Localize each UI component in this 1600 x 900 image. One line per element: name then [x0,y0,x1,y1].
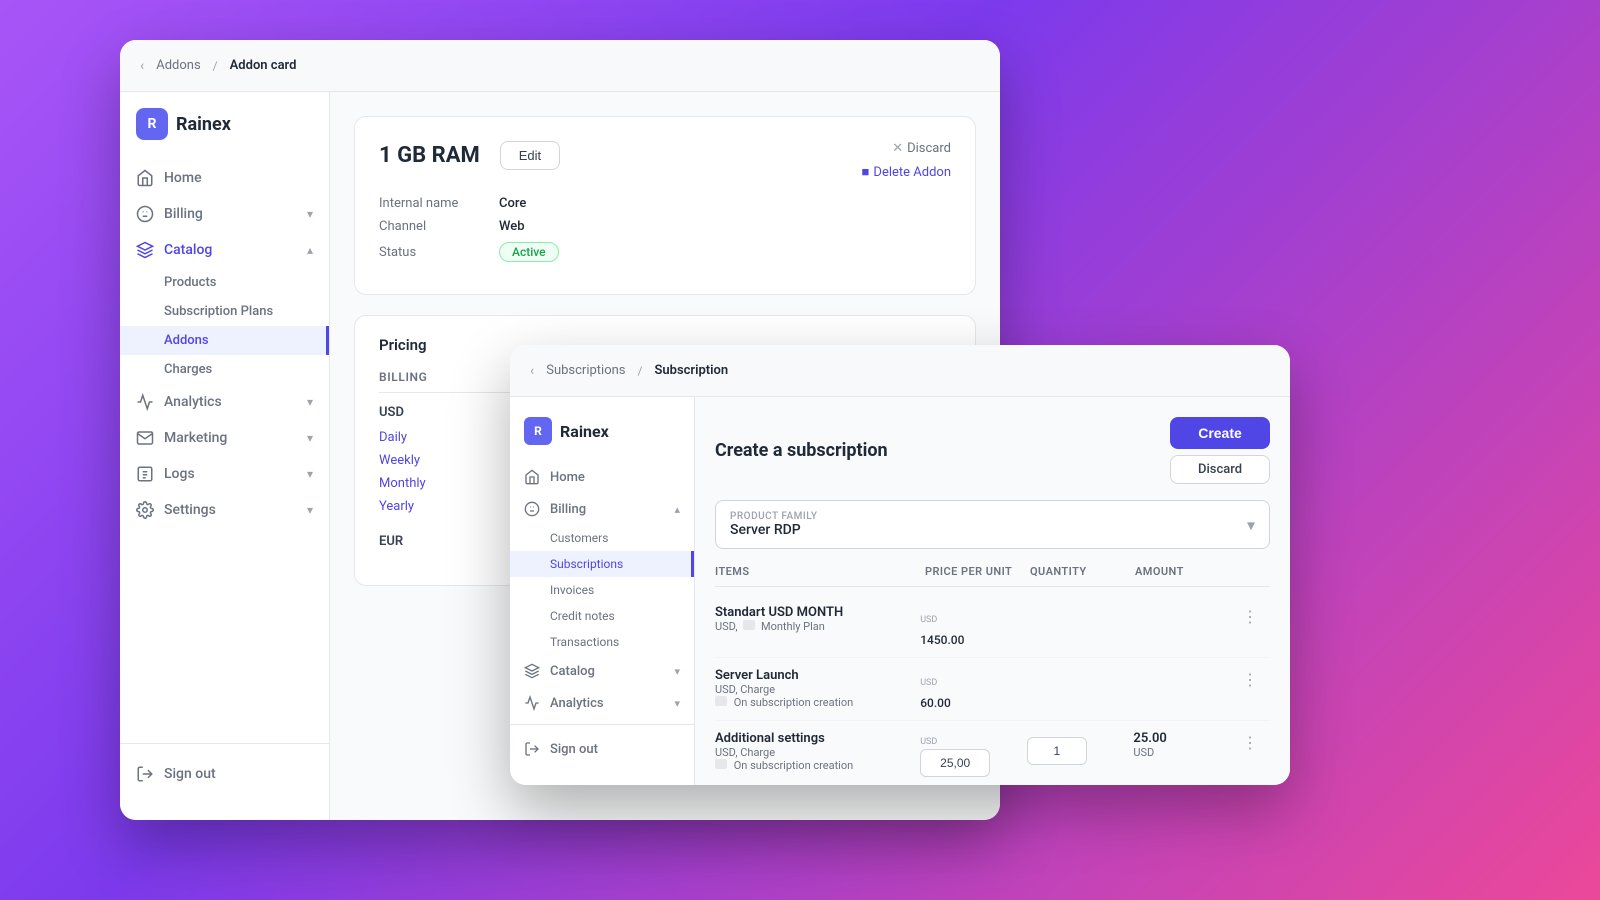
product-family-chevron: ▾ [1247,515,1255,534]
qty-input-2[interactable] [1027,737,1087,765]
table-row: Server Launch USD, Charge On subscriptio… [715,658,1270,721]
sub-breadcrumb-current: Subscription [654,363,728,378]
breadcrumb-current: Addon card [230,58,297,73]
marketing-icon [136,429,154,447]
sub-main-content: Create a subscription Create Discard Pro… [695,397,1290,785]
window-topbar-sub: ‹ Subscriptions / Subscription [510,345,1290,397]
item-name-1: Server Launch [715,668,912,683]
status-badge: Active [499,242,559,262]
sub-breadcrumb-parent: Subscriptions [546,363,625,378]
sidebar-item-home[interactable]: Home [120,160,329,196]
edit-button[interactable]: Edit [500,141,560,170]
sub-discard-button[interactable]: Discard [1170,455,1270,484]
sub-nav-credit-notes[interactable]: Credit notes [510,603,694,629]
sub-home-icon [524,469,540,485]
addon-actions: ✕ Discard ■ Delete Addon [862,141,951,180]
field-internal-name: Internal name Core [379,196,951,211]
item-more-0[interactable]: ⋮ [1240,605,1270,628]
addon-details-card: 1 GB RAM Edit ✕ Discard ■ Delete Addon [354,116,976,295]
sub-logo-icon: R [524,417,552,445]
home-icon [136,169,154,187]
sub-billing-icon [524,501,540,517]
logo-icon-main: R [136,108,168,140]
billing-icon [136,205,154,223]
sub-catalog-chevron: ▾ [674,665,680,678]
breadcrumb-parent: Addons [156,58,200,73]
discard-button[interactable]: ✕ Discard [892,141,951,156]
sub-breadcrumb-back-chevron[interactable]: ‹ [530,363,534,379]
create-sub-header: Create a subscription Create Discard [715,417,1270,484]
field-status: Status Active [379,242,951,262]
settings-icon [136,501,154,519]
product-family-label: Product Family [730,511,1255,522]
sub-sidebar-catalog[interactable]: Catalog ▾ [510,655,694,687]
addon-title: 1 GB RAM [379,143,480,168]
catalog-chevron: ▴ [307,243,313,257]
sub-analytics-icon [524,695,540,711]
item-name-0: Standart USD MONTH [715,605,912,620]
delete-addon-button[interactable]: ■ Delete Addon [862,164,951,180]
sidebar-logo-main: R Rainex [120,108,329,160]
product-family-select[interactable]: Product Family Server RDP ▾ [715,500,1270,549]
sub-catalog-icon [524,663,540,679]
logs-icon [136,465,154,483]
sub-sidebar-home[interactable]: Home [510,461,694,493]
logo-text-main: Rainex [176,114,231,135]
sub-sidebar: R Rainex Home Billing ▴ Customers Subscr… [510,397,695,785]
item-more-1[interactable]: ⋮ [1240,668,1270,691]
sub-nav-subscriptions[interactable]: Subscriptions [510,551,694,577]
sidebar-item-settings[interactable]: Settings ▾ [120,492,329,528]
analytics-icon [136,393,154,411]
billing-chevron: ▾ [307,207,313,221]
price-input-2[interactable] [920,749,990,777]
product-family-value: Server RDP [730,522,1255,538]
sub-sidebar-analytics[interactable]: Analytics ▾ [510,687,694,719]
sign-out-icon [136,765,154,783]
sub-sidebar-bottom: Sign out [510,724,694,773]
sidebar-sub-addons[interactable]: Addons [120,326,329,355]
sub-sign-out-icon [524,741,540,757]
create-sub-title: Create a subscription [715,440,888,461]
sidebar-nav-main: Home Billing ▾ Catalog ▴ Products Subscr… [120,160,329,743]
breadcrumb-back-chevron[interactable]: ‹ [140,58,144,74]
catalog-icon [136,241,154,259]
window-topbar-main: ‹ Addons / Addon card [120,40,1000,92]
create-button[interactable]: Create [1170,417,1270,449]
logs-chevron: ▾ [307,467,313,481]
items-table-header: Items Price per Unit Quantity Amount [715,565,1270,587]
sub-nav-transactions[interactable]: Transactions [510,629,694,655]
sub-analytics-chevron: ▾ [674,697,680,710]
field-channel: Channel Web [379,219,951,234]
header-actions: Create Discard [1170,417,1270,484]
table-row: Standart USD MONTH USD, Monthly Plan USD… [715,595,1270,658]
sidebar-item-billing[interactable]: Billing ▾ [120,196,329,232]
sidebar-item-logs[interactable]: Logs ▾ [120,456,329,492]
sidebar-item-catalog[interactable]: Catalog ▴ [120,232,329,268]
sidebar-item-analytics[interactable]: Analytics ▾ [120,384,329,420]
sub-nav-customers[interactable]: Customers [510,525,694,551]
sidebar-sub-subscription-plans[interactable]: Subscription Plans [120,297,329,326]
sidebar-sub-products[interactable]: Products [120,268,329,297]
settings-chevron: ▾ [307,503,313,517]
item-more-2[interactable]: ⋮ [1240,731,1270,754]
window-body-sub: R Rainex Home Billing ▴ Customers Subscr… [510,397,1290,785]
marketing-chevron: ▾ [307,431,313,445]
sub-sidebar-billing[interactable]: Billing ▴ [510,493,694,525]
sidebar-bottom-main: Sign out [120,743,329,804]
item-name-2: Additional settings [715,731,912,746]
sub-sign-out-button[interactable]: Sign out [510,733,694,765]
create-subscription-window: ‹ Subscriptions / Subscription R Rainex … [510,345,1290,785]
sub-sidebar-logo: R Rainex [510,409,694,461]
table-row: Additional settings USD, Charge On subsc… [715,721,1270,785]
sub-logo-text: Rainex [560,422,609,441]
sidebar-item-marketing[interactable]: Marketing ▾ [120,420,329,456]
sidebar-main: R Rainex Home Billing ▾ Catalog [120,92,330,820]
sub-nav-invoices[interactable]: Invoices [510,577,694,603]
sub-billing-chevron: ▴ [674,503,680,516]
analytics-chevron: ▾ [307,395,313,409]
sign-out-button[interactable]: Sign out [120,756,329,792]
items-table: Items Price per Unit Quantity Amount Sta… [715,565,1270,785]
sidebar-sub-charges[interactable]: Charges [120,355,329,384]
